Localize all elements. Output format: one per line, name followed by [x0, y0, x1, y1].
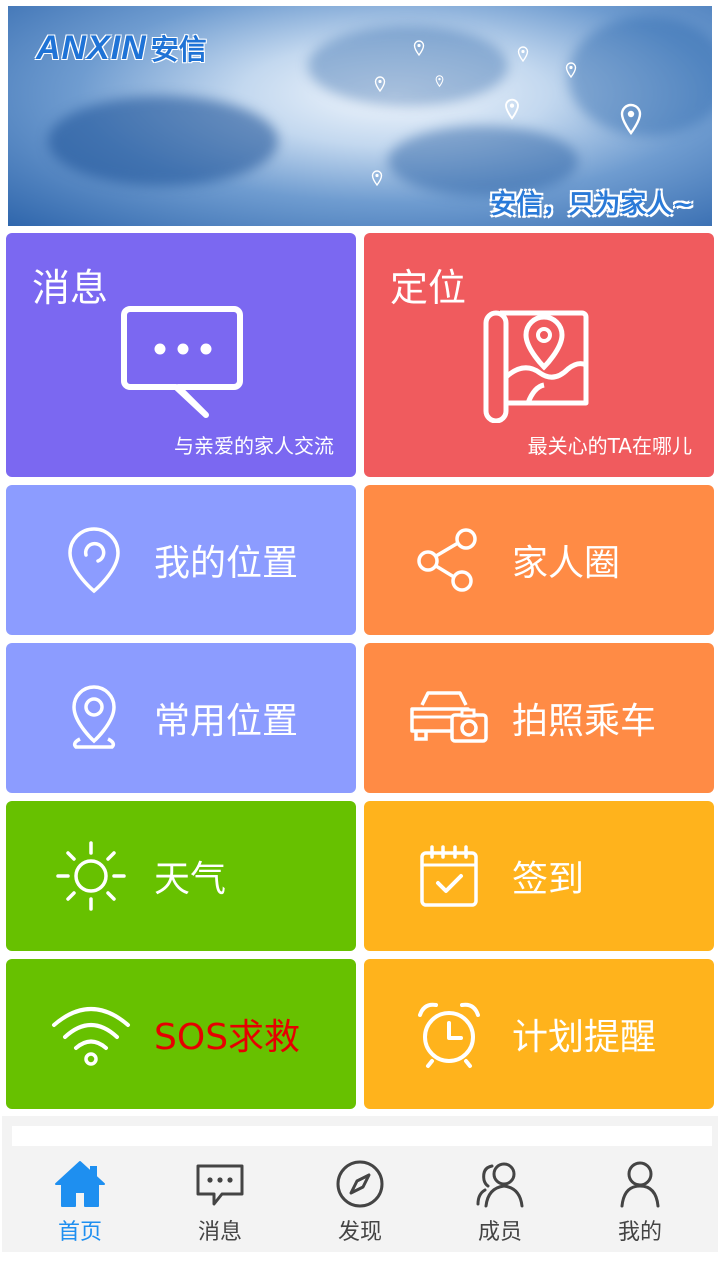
- photo-ride-tile[interactable]: 拍照乘车: [364, 643, 714, 793]
- tile-label: 计划提醒: [512, 1017, 657, 1058]
- app-logo: ANXIN 安信: [36, 28, 207, 68]
- map-pin-icon: [565, 62, 577, 79]
- tile-label: 我的位置: [154, 543, 299, 584]
- family-circle-tile[interactable]: 家人圈: [364, 485, 714, 635]
- plan-reminder-tile[interactable]: 计划提醒: [364, 959, 714, 1109]
- sun-icon: [56, 841, 126, 911]
- tab-profile[interactable]: 我的: [570, 1148, 710, 1248]
- tab-label: 首页: [57, 1220, 102, 1245]
- map-pin-icon: [504, 98, 520, 120]
- tile-label: 签到: [512, 859, 585, 900]
- tabbar-divider: [12, 1126, 712, 1146]
- car-camera-icon: [408, 687, 490, 747]
- map-pin-icon: [435, 72, 444, 88]
- tab-home[interactable]: 首页: [10, 1148, 150, 1248]
- common-position-tile[interactable]: 常用位置: [6, 643, 356, 793]
- profile-icon: [612, 1156, 668, 1212]
- weather-tile[interactable]: 天气: [6, 801, 356, 951]
- tile-label: 常用位置: [154, 701, 299, 742]
- sos-tile[interactable]: SOS求救: [6, 959, 356, 1109]
- location-tile[interactable]: 定位 最关心的TA在哪儿: [364, 233, 714, 477]
- map-pin-icon: [619, 102, 643, 136]
- alarm-clock-icon: [416, 999, 482, 1069]
- map-landmass: [308, 26, 508, 106]
- tab-message[interactable]: 消息: [150, 1148, 290, 1248]
- top-banner[interactable]: ANXIN 安信 安信，只为家人~: [8, 6, 712, 226]
- checkin-tile[interactable]: 签到: [364, 801, 714, 951]
- map-landmass: [48, 96, 278, 186]
- tab-label: 消息: [197, 1220, 242, 1245]
- tile-label: 拍照乘车: [512, 701, 657, 742]
- tab-discover[interactable]: 发现: [290, 1148, 430, 1248]
- tile-subtitle: 最关心的TA在哪儿: [527, 434, 692, 458]
- location-marker-icon: [66, 683, 122, 753]
- tile-title: 消息: [32, 266, 109, 310]
- members-icon: [472, 1156, 528, 1212]
- map-pin-icon: [371, 170, 383, 187]
- tile-subtitle: 与亲爱的家人交流: [174, 434, 334, 458]
- sos-label: SOS求救: [154, 1017, 301, 1058]
- compass-icon: [332, 1156, 388, 1212]
- logo-text-en: ANXIN: [36, 28, 147, 67]
- tab-label: 发现: [337, 1220, 382, 1245]
- my-position-tile[interactable]: 我的位置: [6, 485, 356, 635]
- banner-slogan: 安信，只为家人~: [490, 190, 694, 220]
- map-pin-icon: [374, 76, 386, 93]
- tile-label: 家人圈: [512, 543, 621, 584]
- map-pin-icon: [482, 307, 598, 424]
- message-tile[interactable]: 消息 与亲爱的家人交流: [6, 233, 356, 477]
- tab-label: 成员: [477, 1220, 522, 1245]
- tab-members[interactable]: 成员: [430, 1148, 570, 1248]
- tile-title: 定位: [390, 266, 467, 310]
- tile-label: 天气: [154, 859, 227, 900]
- chat-bubble-icon: [120, 303, 246, 423]
- tab-label: 我的: [617, 1220, 662, 1245]
- location-pin-icon: [62, 525, 126, 595]
- calendar-check-icon: [418, 843, 480, 909]
- message-icon: [192, 1156, 248, 1212]
- home-icon: [52, 1156, 108, 1212]
- wifi-signal-icon: [50, 1001, 132, 1067]
- logo-text-cn: 安信: [150, 33, 207, 66]
- map-pin-icon: [413, 40, 425, 57]
- share-icon: [414, 527, 482, 593]
- map-pin-icon: [517, 46, 529, 63]
- bottom-tab-bar: 首页 消息 发现 成员 我的: [10, 1148, 710, 1248]
